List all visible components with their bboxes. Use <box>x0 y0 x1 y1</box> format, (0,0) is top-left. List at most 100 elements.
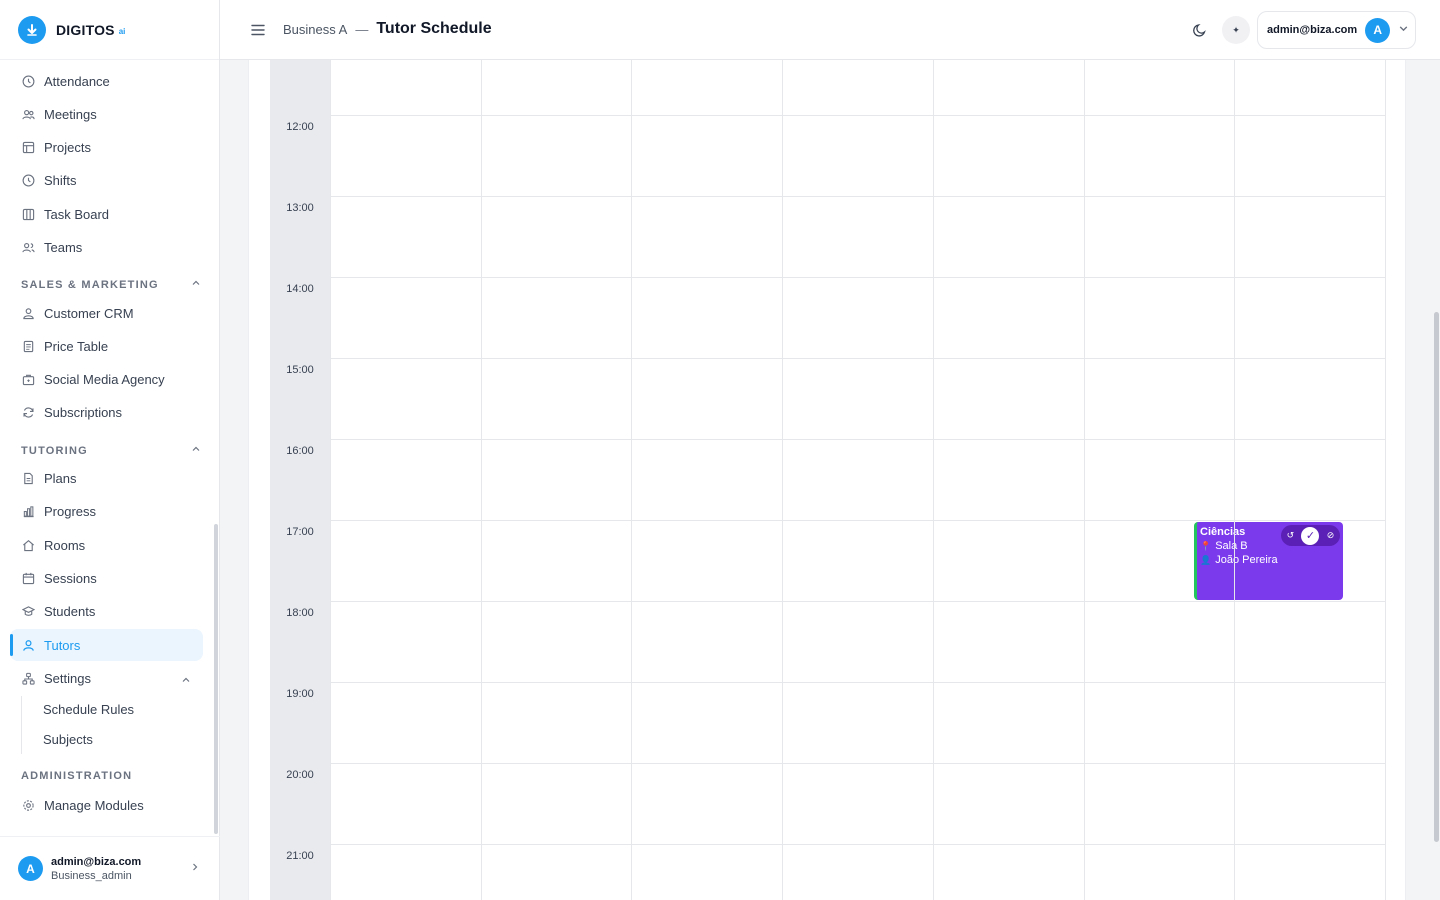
sidebar-user-footer[interactable]: A admin@biza.com Business_admin <box>0 836 220 900</box>
day-column-divider <box>330 60 331 900</box>
refresh-icon <box>21 405 35 419</box>
sidebar-item-sessions[interactable]: Sessions <box>10 562 203 594</box>
cancel-icon[interactable]: ⊘ <box>1327 530 1335 541</box>
sparkle-icon: ✦ <box>1232 24 1240 35</box>
sidebar-item-manage-modules[interactable]: Manage Modules <box>10 789 203 821</box>
day-column-divider <box>933 60 934 900</box>
hour-divider <box>330 601 1385 602</box>
sidebar-item-customer-crm[interactable]: Customer CRM <box>10 297 203 329</box>
sidebar-item-label: Attendance <box>44 73 110 89</box>
time-label: 19:00 <box>286 688 314 700</box>
day-column-divider <box>1385 60 1386 900</box>
user-menu-button[interactable]: admin@biza.com A <box>1257 11 1416 49</box>
chevron-up-icon <box>191 444 201 457</box>
sidebar-item-rooms[interactable]: Rooms <box>10 529 203 561</box>
chevron-up-icon <box>181 673 191 688</box>
sidebar-item-label: Tutors <box>44 637 81 653</box>
sidebar-item-label: Shifts <box>44 172 77 188</box>
event-actions: ↺ ✓ ⊘ <box>1281 525 1340 546</box>
chevron-down-icon <box>1398 21 1409 39</box>
time-label: 21:00 <box>286 850 314 862</box>
calendar-icon <box>21 571 35 585</box>
undo-icon[interactable]: ↺ <box>1287 530 1295 541</box>
sidebar-subitem-subjects[interactable]: Subjects <box>43 732 93 747</box>
section-administration: ADMINISTRATION <box>21 770 201 782</box>
layout-icon <box>21 140 35 154</box>
sidebar-item-progress[interactable]: Progress <box>10 495 203 527</box>
submenu-guide <box>21 696 22 754</box>
sidebar-item-label: Sessions <box>44 570 97 586</box>
section-tutoring[interactable]: TUTORING <box>21 444 201 457</box>
sidebar-item-students[interactable]: Students <box>10 595 203 627</box>
sidebar-item-label: Customer CRM <box>44 305 134 321</box>
sidebar-item-label: Manage Modules <box>44 797 144 813</box>
hour-divider <box>330 763 1385 764</box>
sidebar-item-meetings[interactable]: Meetings <box>10 98 203 130</box>
event-room: Sala B <box>1215 540 1248 552</box>
sidebar-item-shifts[interactable]: Shifts <box>10 164 203 196</box>
moon-icon[interactable] <box>1192 22 1208 38</box>
chevron-up-icon <box>191 278 201 291</box>
sparkle-button[interactable]: ✦ <box>1222 16 1250 44</box>
sidebar-item-attendance[interactable]: Attendance <box>10 65 203 97</box>
gear-icon <box>21 798 35 812</box>
sidebar-item-settings[interactable]: Settings <box>10 662 203 694</box>
clock-icon <box>21 74 35 88</box>
page-scrollbar[interactable] <box>1434 312 1439 842</box>
chevron-right-icon <box>190 861 200 875</box>
footer-role: Business_admin <box>51 869 132 882</box>
sidebar-item-label: Social Media Agency <box>44 371 165 387</box>
page-title: Tutor Schedule <box>376 20 492 37</box>
sidebar-item-label: Teams <box>44 239 83 255</box>
avatar: A <box>1365 17 1391 43</box>
time-label: 14:00 <box>286 283 314 295</box>
hour-divider <box>330 682 1385 683</box>
time-label: 16:00 <box>286 445 314 457</box>
week-grid[interactable]: Ciências 📍 Sala B 👤 João Pereira ↺ ✓ ⊘ <box>330 60 1386 900</box>
avatar: A <box>18 856 43 881</box>
sidebar-item-tutors[interactable]: Tutors <box>10 629 203 661</box>
section-sales-marketing[interactable]: SALES & MARKETING <box>21 278 201 291</box>
sidebar-item-plans[interactable]: Plans <box>10 462 203 494</box>
brand-name: DIGITOS <box>56 21 115 38</box>
hour-divider <box>330 277 1385 278</box>
check-icon[interactable]: ✓ <box>1301 526 1320 545</box>
menu-icon[interactable] <box>250 22 266 38</box>
day-column-divider <box>782 60 783 900</box>
sidebar-item-label: Settings <box>44 670 91 686</box>
sidebar-item-task-board[interactable]: Task Board <box>10 198 203 230</box>
day-column-divider <box>1084 60 1085 900</box>
sidebar-item-label: Meetings <box>44 106 97 122</box>
hour-divider <box>330 439 1385 440</box>
bar-chart-icon <box>21 504 35 518</box>
section-title-label: TUTORING <box>21 444 88 457</box>
brand[interactable]: DIGITOS ai <box>0 0 219 60</box>
sidebar-nav: Attendance Meetings Projects Shifts Task… <box>0 60 220 836</box>
person-icon: 👤 <box>1200 554 1212 565</box>
briefcase-icon <box>21 372 35 386</box>
sidebar-item-label: Rooms <box>44 537 86 553</box>
sidebar-item-label: Students <box>44 603 96 619</box>
day-column-divider <box>631 60 632 900</box>
time-label: 17:00 <box>286 526 314 538</box>
sidebar-item-social-media-agency[interactable]: Social Media Agency <box>10 363 203 395</box>
sidebar-item-label: Plans <box>44 470 77 486</box>
sidebar-subitem-schedule-rules[interactable]: Schedule Rules <box>43 702 134 717</box>
breadcrumb-business[interactable]: Business A <box>283 22 347 37</box>
graduation-cap-icon <box>21 604 35 618</box>
sidebar-item-projects[interactable]: Projects <box>10 131 203 163</box>
hour-divider <box>330 115 1385 116</box>
sidebar-item-label: Progress <box>44 503 97 519</box>
sidebar-item-price-table[interactable]: Price Table <box>10 330 203 362</box>
time-label: 20:00 <box>286 769 314 781</box>
session-event[interactable]: Ciências 📍 Sala B 👤 João Pereira ↺ ✓ ⊘ <box>1194 522 1343 600</box>
event-tutor: João Pereira <box>1215 554 1278 566</box>
home-icon <box>21 538 35 552</box>
sidebar-item-subscriptions[interactable]: Subscriptions <box>10 396 203 428</box>
sidebar-item-teams[interactable]: Teams <box>10 231 203 263</box>
sidebar-item-label: Projects <box>44 139 91 155</box>
sidebar-scrollbar[interactable] <box>214 524 218 834</box>
document-icon <box>21 339 35 353</box>
time-label: 15:00 <box>286 364 314 376</box>
pin-icon: 📍 <box>1200 540 1212 551</box>
